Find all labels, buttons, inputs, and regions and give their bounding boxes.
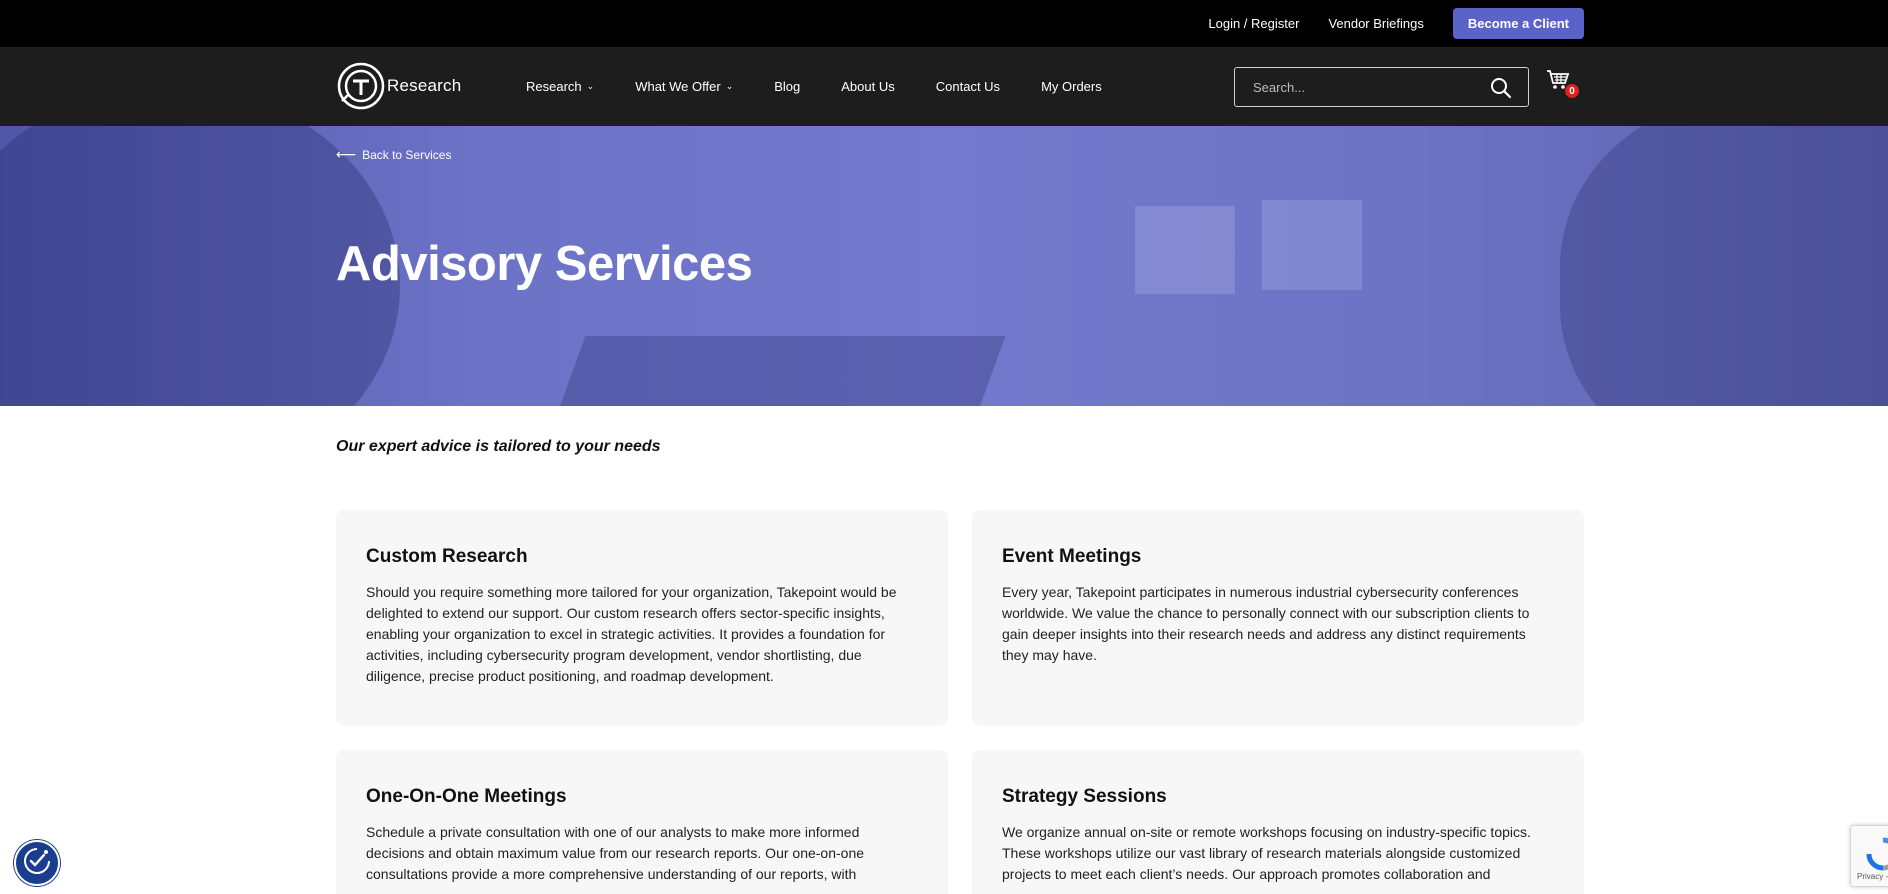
top-links: Login / Register Vendor Briefings Become… [1208, 0, 1584, 47]
arrow-left-icon: ⟵ [336, 146, 357, 162]
logo[interactable]: Research [336, 61, 461, 111]
main-nav: Research Research ⌄ What We Offer ⌄ Blog… [0, 47, 1888, 126]
nav-item-label: About Us [841, 79, 895, 94]
search-input[interactable] [1235, 79, 1475, 95]
card-title: Custom Research [366, 546, 528, 567]
service-card-custom-research: Custom Research Should you require somet… [336, 510, 948, 726]
recaptcha-label: Privacy - Te [1857, 872, 1888, 881]
accessibility-button[interactable] [14, 840, 60, 886]
nav-item-about-us[interactable]: About Us [841, 79, 894, 94]
card-body: We organize annual on-site or remote wor… [1002, 824, 1531, 882]
nav-item-label: My Orders [1041, 79, 1102, 94]
nav-item-what-we-offer[interactable]: What We Offer ⌄ [635, 79, 733, 94]
top-bar: Login / Register Vendor Briefings Become… [0, 0, 1888, 47]
logo-text: Research [387, 76, 462, 95]
accessibility-icon [22, 846, 52, 881]
tagline: Our expert advice is tailored to your ne… [336, 438, 661, 455]
service-card-strategy-sessions: Strategy Sessions We organize annual on-… [972, 750, 1584, 894]
chevron-down-icon: ⌄ [725, 81, 734, 91]
recaptcha-badge[interactable]: Privacy - Te [1850, 825, 1888, 887]
nav-item-label: Contact Us [935, 79, 1001, 94]
card-body: Should you require something more tailor… [366, 584, 897, 684]
page-title: Advisory Services [336, 237, 753, 291]
service-card-event-meetings: Event Meetings Every year, Takepoint par… [972, 510, 1584, 726]
become-client-button[interactable]: Become a Client [1452, 8, 1584, 39]
login-register-link[interactable]: Login / Register [1208, 16, 1299, 31]
nav-item-label: Blog [774, 79, 801, 94]
vendor-briefings-link[interactable]: Vendor Briefings [1328, 16, 1423, 31]
hero-background-shape [534, 336, 1006, 406]
card-title: Event Meetings [1002, 546, 1142, 567]
cart-button[interactable]: 0 [1546, 69, 1579, 99]
nav-item-my-orders[interactable]: My Orders [1041, 79, 1102, 94]
nav-item-label: What We Offer [635, 79, 721, 94]
service-card-one-on-one: One-On-One Meetings Schedule a private c… [336, 750, 948, 894]
card-title: One-On-One Meetings [366, 786, 567, 807]
back-to-services-link[interactable]: ⟵ Back to Services [336, 146, 451, 163]
nav-item-blog[interactable]: Blog [774, 79, 800, 94]
card-title: Strategy Sessions [1002, 786, 1167, 807]
nav-menu: Research ⌄ What We Offer ⌄ Blog About Us… [526, 47, 1143, 126]
hero-banner [0, 126, 1888, 406]
back-link-label: Back to Services [362, 147, 452, 162]
nav-item-research[interactable]: Research ⌄ [526, 79, 594, 94]
search-box [1234, 67, 1529, 107]
chevron-down-icon: ⌄ [586, 81, 595, 91]
nav-item-label: Research [526, 79, 582, 94]
hero-background-shape [1135, 206, 1235, 294]
takepoint-logo-icon [336, 61, 386, 111]
cart-count-badge: 0 [1565, 84, 1579, 98]
hero-background-shape [1262, 200, 1362, 290]
nav-item-contact-us[interactable]: Contact Us [936, 79, 1000, 94]
card-body: Every year, Takepoint participates in nu… [1002, 584, 1530, 663]
search-icon[interactable] [1490, 77, 1512, 99]
card-body: Schedule a private consultation with one… [366, 824, 865, 882]
hero-background-shape [1560, 126, 1888, 406]
